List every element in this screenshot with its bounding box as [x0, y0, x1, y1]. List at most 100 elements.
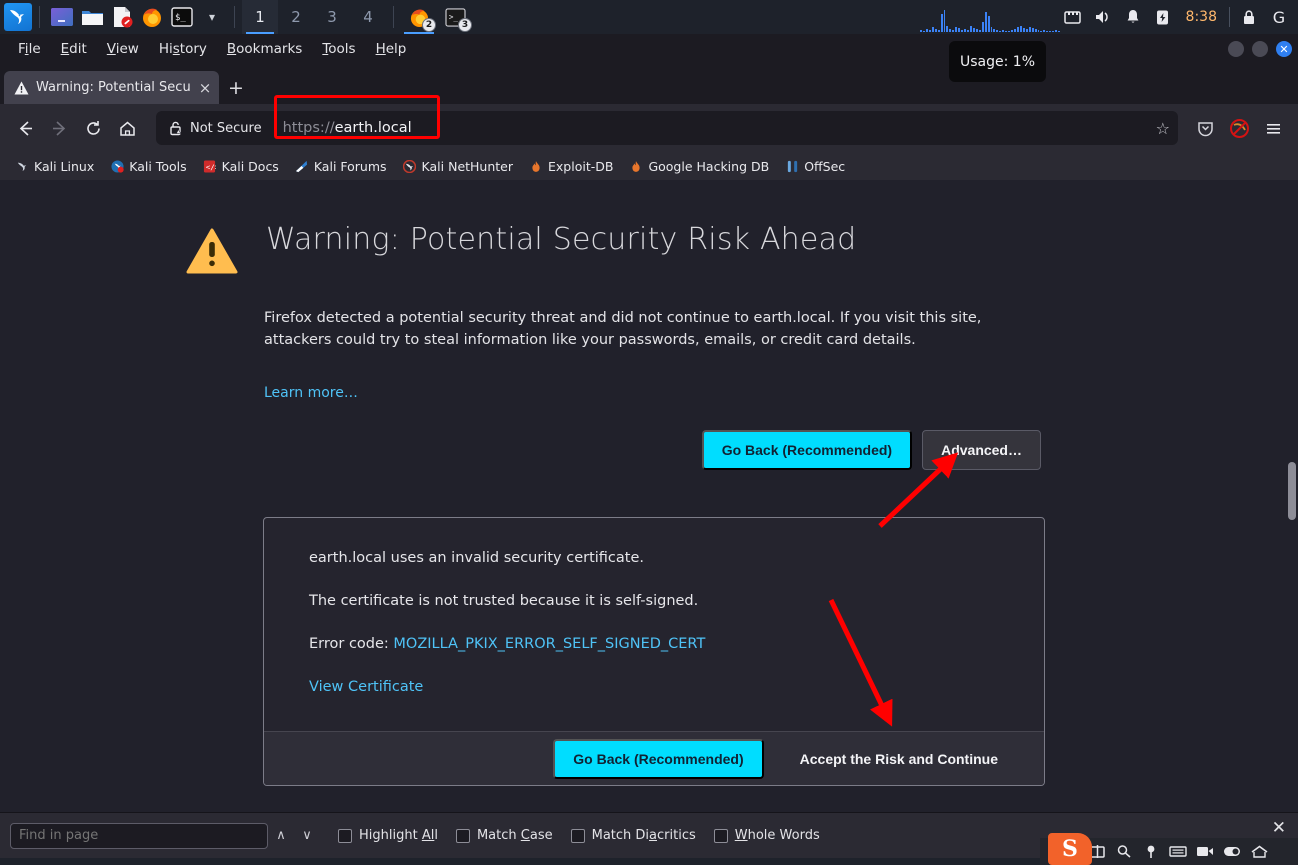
- match-diacritics-checkbox[interactable]: Match Diacritics: [570, 828, 696, 843]
- lock-icon[interactable]: [1234, 0, 1264, 34]
- dock-toggle-icon[interactable]: [1223, 843, 1241, 861]
- usage-tooltip-text: Usage: 1%: [960, 53, 1035, 70]
- menu-edit[interactable]: Edit: [51, 37, 97, 61]
- whole-words-checkbox[interactable]: Whole Words: [713, 828, 820, 843]
- network-graph-bar: [931, 27, 934, 32]
- app-menu-button[interactable]: [1256, 111, 1290, 145]
- go-back-button[interactable]: Go Back (Recommended): [701, 430, 913, 470]
- bookmark-offsec[interactable]: OffSec: [778, 156, 852, 177]
- notification-bell-icon[interactable]: [1118, 0, 1148, 34]
- workspace-button-3[interactable]: 3: [314, 0, 350, 34]
- app-icon-text-editor[interactable]: [107, 3, 137, 31]
- menu-tools[interactable]: Tools: [312, 37, 365, 61]
- offsec-icon: [785, 159, 799, 173]
- learn-more-link[interactable]: Learn more…: [264, 385, 1298, 401]
- tray-divider: [1229, 7, 1230, 27]
- highlight-all-checkbox[interactable]: Highlight All: [338, 828, 438, 843]
- g-icon[interactable]: G: [1264, 0, 1294, 34]
- dock-home-icon[interactable]: [1250, 843, 1268, 861]
- advanced-button[interactable]: Advanced…: [922, 430, 1041, 470]
- battery-icon[interactable]: [1148, 0, 1178, 34]
- network-activity-graph: [920, 0, 1060, 34]
- checkbox-box: [338, 828, 352, 843]
- bookmark-kali-forums[interactable]: Kali Forums: [288, 156, 394, 177]
- panel-go-back-button[interactable]: Go Back (Recommended): [553, 738, 764, 779]
- bookmark-google-hacking-db[interactable]: Google Hacking DB: [622, 156, 776, 177]
- menu-view[interactable]: View: [97, 37, 149, 61]
- taskbar-terminal[interactable]: >_ 3: [437, 0, 473, 34]
- bookmark-star-icon[interactable]: ☆: [1156, 119, 1170, 138]
- no-script-button[interactable]: [1222, 111, 1256, 145]
- maximize-button[interactable]: [1252, 41, 1268, 57]
- broken-lock-icon: [170, 121, 182, 136]
- advanced-panel: earth.local uses an invalid security cer…: [263, 517, 1045, 786]
- app-chevron-down-button[interactable]: ▾: [197, 3, 227, 31]
- workspace-button-1[interactable]: 1: [242, 0, 278, 34]
- network-graph-bar: [928, 30, 931, 32]
- accept-risk-button[interactable]: Accept the Risk and Continue: [782, 741, 1016, 777]
- app-icon-terminal[interactable]: $_: [167, 3, 197, 31]
- minimize-button[interactable]: [1228, 41, 1244, 57]
- folder-icon: [81, 10, 103, 25]
- firefox-icon: [143, 8, 161, 27]
- bookmark-exploit-db[interactable]: Exploit-DB: [522, 156, 620, 177]
- network-graph-bar: [978, 30, 981, 32]
- app-icon-firefox[interactable]: [137, 3, 167, 31]
- volume-icon[interactable]: [1088, 0, 1118, 34]
- home-button[interactable]: [110, 111, 144, 145]
- network-graph-bar: [987, 16, 990, 32]
- bookmark-label: Exploit-DB: [548, 158, 614, 174]
- bookmark-kali-tools[interactable]: Kali Tools: [103, 156, 193, 177]
- bookmark-kali-linux[interactable]: Kali Linux: [8, 156, 101, 177]
- find-input[interactable]: [10, 822, 268, 849]
- kali-launcher-button[interactable]: [4, 3, 32, 31]
- tab-close-icon[interactable]: ×: [197, 79, 213, 97]
- bookmark-label: OffSec: [804, 158, 846, 174]
- new-tab-button[interactable]: +: [219, 71, 253, 104]
- workspace-button-2[interactable]: 2: [278, 0, 314, 34]
- url-host: earth.local: [334, 120, 412, 136]
- menu-bookmarks[interactable]: Bookmarks: [217, 37, 312, 61]
- app-icon-file-manager[interactable]: [77, 3, 107, 31]
- back-button[interactable]: [8, 111, 42, 145]
- url-bar[interactable]: Not Secure https://earth.local ☆: [156, 111, 1178, 145]
- reload-button[interactable]: [76, 111, 110, 145]
- network-icon[interactable]: [1058, 0, 1088, 34]
- app-icon-terminal-emulator[interactable]: [47, 3, 77, 31]
- find-previous-button[interactable]: ∧: [268, 823, 294, 849]
- pocket-button[interactable]: [1188, 111, 1222, 145]
- clock[interactable]: 8:38: [1178, 9, 1225, 25]
- vertical-scrollbar[interactable]: [1286, 180, 1298, 814]
- workspace-button-4[interactable]: 4: [350, 0, 386, 34]
- network-graph-bar: [955, 27, 958, 32]
- dock-keyboard-icon[interactable]: [1169, 843, 1187, 861]
- dock-pin-icon[interactable]: [1142, 843, 1160, 861]
- pocket-icon: [1197, 121, 1213, 136]
- dock-close-button[interactable]: ✕: [1272, 818, 1286, 838]
- bookmark-kali-nethunter[interactable]: Kali NetHunter: [396, 156, 520, 177]
- view-certificate-link[interactable]: View Certificate: [309, 679, 1044, 695]
- match-case-checkbox[interactable]: Match Case: [455, 828, 553, 843]
- find-next-button[interactable]: ∨: [294, 823, 320, 849]
- not-secure-indicator[interactable]: Not Secure: [161, 115, 270, 141]
- checkbox-box: [713, 828, 728, 843]
- network-graph-bar: [1043, 30, 1046, 32]
- menu-help[interactable]: Help: [366, 37, 417, 61]
- not-secure-label: Not Secure: [190, 120, 262, 136]
- network-graph-bar: [1028, 27, 1031, 32]
- network-graph-bar: [937, 30, 940, 32]
- tools-icon: [110, 159, 124, 173]
- document-icon: [114, 7, 133, 28]
- svg-text:>_: >_: [448, 12, 458, 21]
- dock-magnifier-icon[interactable]: [1115, 843, 1133, 861]
- close-button[interactable]: ✕: [1276, 41, 1292, 57]
- dock-camera-icon[interactable]: [1196, 843, 1214, 861]
- menu-history[interactable]: History: [149, 37, 217, 61]
- bookmark-kali-docs[interactable]: </> Kali Docs: [196, 156, 286, 177]
- url-input[interactable]: https://earth.local: [283, 120, 1156, 136]
- menu-file[interactable]: File: [8, 37, 51, 61]
- scrollbar-thumb[interactable]: [1288, 462, 1296, 520]
- tab-warning-potential-security-risk[interactable]: Warning: Potential Security Risk Ahead ×: [4, 71, 219, 104]
- cert-untrusted-text: The certificate is not trusted because i…: [309, 593, 699, 609]
- taskbar-firefox[interactable]: 2: [401, 0, 437, 34]
